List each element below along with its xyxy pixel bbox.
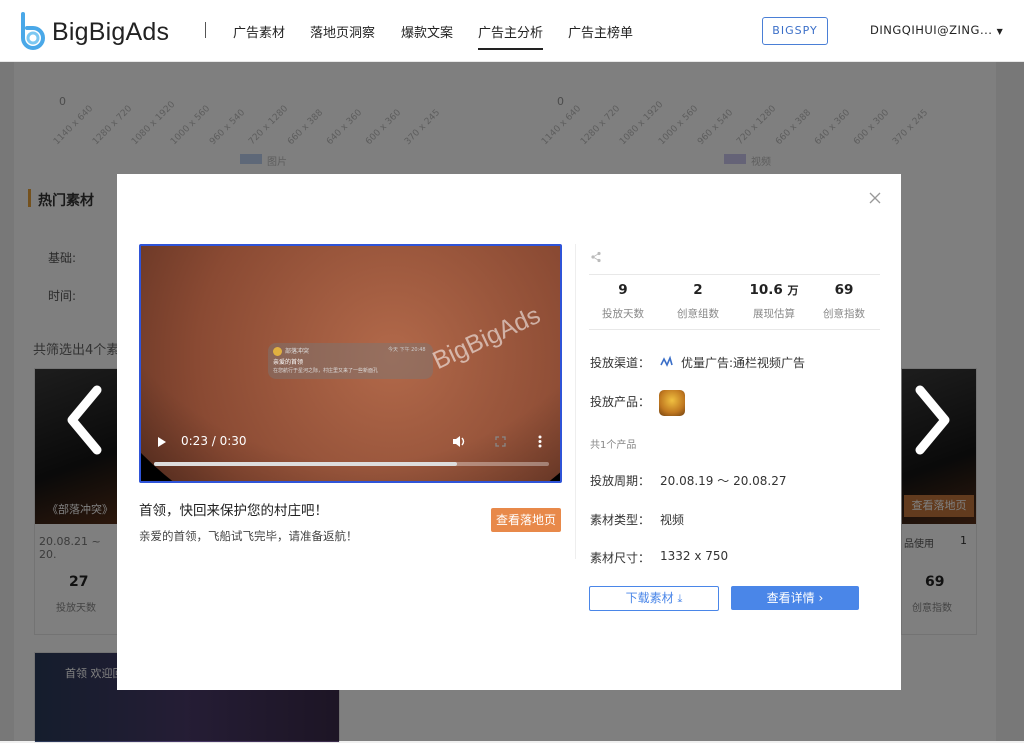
download-label: 下载素材 [625, 591, 674, 605]
product-app-icon[interactable] [659, 390, 685, 416]
stat-groups-label: 创意组数 [677, 308, 719, 320]
stat-creative-index-value: 69 [834, 282, 854, 298]
stats-bottom-border [589, 329, 880, 330]
nav-item-advertiser-analysis[interactable]: 广告主分析 [478, 22, 544, 50]
stat-impressions-unit: 万 [787, 284, 799, 297]
video-notification: 部落冲突 今天 下午 20:48 亲爱的首领 在您航行于星河之际，村庄里又来了一… [268, 343, 433, 379]
details-label: 查看详情 [766, 591, 815, 605]
notification-app-icon [273, 347, 282, 356]
brand-logo-icon[interactable] [17, 12, 47, 50]
product-label: 投放产品： [590, 395, 651, 409]
stat-days-value: 9 [618, 282, 628, 298]
download-material-button[interactable]: 下载素材 ⤓ [589, 586, 719, 611]
download-icon: ⤓ [677, 592, 683, 605]
size-value: 1332 x 750 [660, 549, 729, 563]
video-progress-bar[interactable] [154, 462, 549, 466]
channel-icon [660, 355, 673, 367]
nav-item-hot-copy[interactable]: 爆款文案 [401, 22, 453, 41]
user-email: DINGQIHUI@ZING... [870, 23, 993, 37]
stat-days-label: 投放天数 [602, 308, 644, 320]
material-description: 亲爱的首领，飞船试飞完毕，请准备返航！ [139, 529, 358, 543]
type-value: 视频 [660, 513, 685, 527]
nav-divider [205, 22, 206, 38]
material-title: 首领，快回来保护您的村庄吧！ [139, 503, 328, 519]
caret-down-icon: ▼ [996, 27, 1004, 36]
size-label: 素材尺寸： [590, 551, 651, 565]
product-count: 共1个产品 [590, 440, 637, 451]
stats-top-border [589, 274, 880, 275]
notification-body: 在您航行于星河之际，村庄里又来了一些新面孔 [273, 368, 379, 374]
nav-item-ad-materials[interactable]: 广告素材 [233, 22, 285, 41]
more-options-icon[interactable] [538, 435, 542, 448]
modal-divider [575, 244, 576, 559]
view-landing-page-button[interactable]: 查看落地页 [491, 508, 561, 532]
channel-label: 投放渠道： [590, 356, 651, 370]
period-label: 投放周期： [590, 474, 651, 488]
brand-name[interactable]: BigBigAds [52, 18, 169, 47]
notification-title: 亲爱的首领 [273, 359, 304, 366]
notification-time: 今天 下午 20:48 [388, 347, 426, 353]
video-player[interactable]: 部落冲突 今天 下午 20:48 亲爱的首领 在您航行于星河之际，村庄里又来了一… [139, 244, 562, 483]
chevron-right-icon: › [818, 591, 824, 605]
play-icon[interactable] [157, 436, 167, 448]
fullscreen-icon[interactable] [495, 436, 506, 447]
stat-creative-index-label: 创意指数 [823, 308, 865, 320]
nav-item-advertiser-ranking[interactable]: 广告主榜单 [568, 22, 633, 41]
stat-groups-value: 2 [693, 282, 703, 298]
type-label: 素材类型： [590, 513, 651, 527]
close-icon[interactable] [867, 190, 883, 206]
nav-item-landing-insights[interactable]: 落地页洞察 [310, 22, 375, 41]
previous-arrow-icon[interactable] [64, 385, 104, 455]
next-arrow-icon[interactable] [913, 385, 953, 455]
top-header: BigBigAds 广告素材 落地页洞察 爆款文案 广告主分析 广告主榜单 BI… [0, 0, 1024, 62]
stat-impressions-label: 展现估算 [753, 308, 795, 320]
video-progress-fill [154, 462, 457, 466]
share-icon[interactable] [590, 251, 602, 263]
volume-icon[interactable] [452, 435, 467, 448]
period-value: 20.08.19 ～ 20.08.27 [660, 474, 787, 488]
channel-value[interactable]: 优量广告:通栏视频广告 [681, 354, 805, 371]
bigspy-button[interactable]: BIGSPY [762, 17, 828, 45]
user-menu[interactable]: DINGQIHUI@ZING... ▼ [870, 23, 1003, 37]
video-time: 0:23 / 0:30 [181, 434, 247, 448]
notification-app-name: 部落冲突 [285, 348, 310, 355]
stat-impressions-value: 10.6 万 [749, 282, 799, 298]
view-details-button[interactable]: 查看详情 › [731, 586, 859, 610]
